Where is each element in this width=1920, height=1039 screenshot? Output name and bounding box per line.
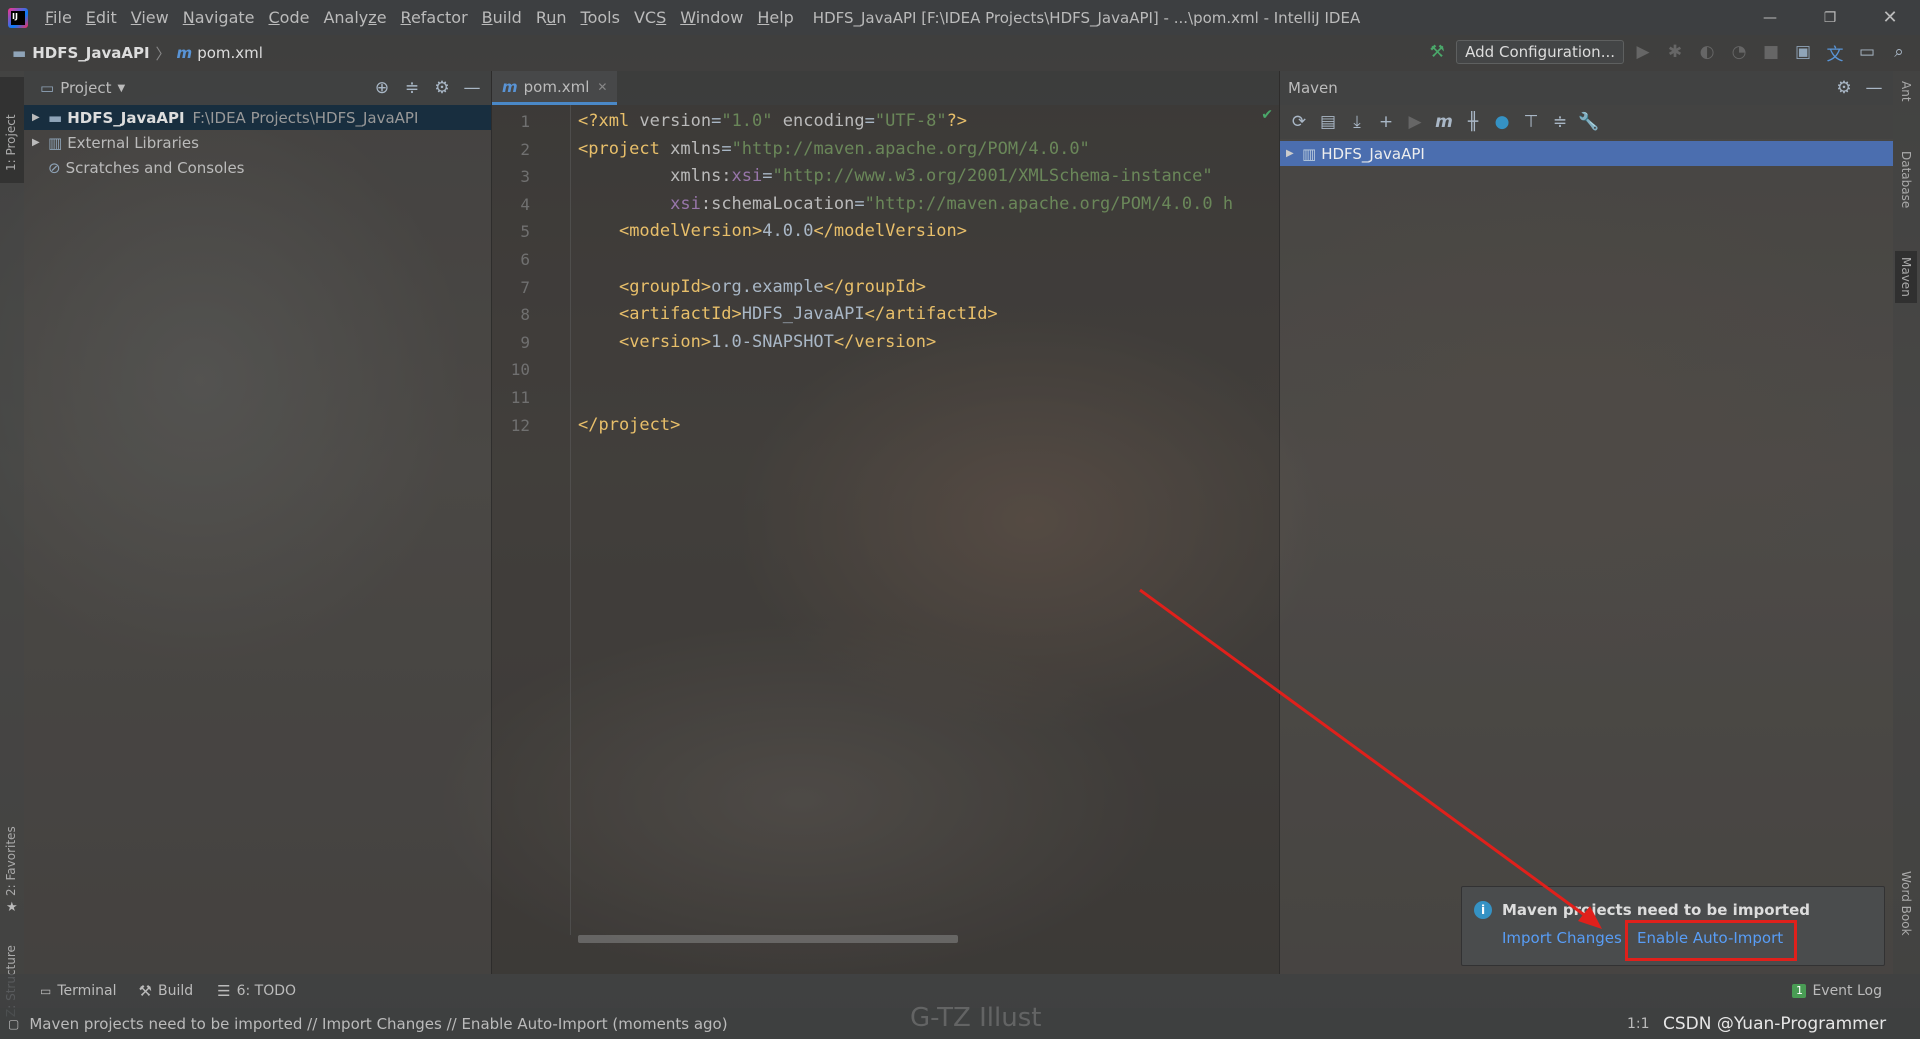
bg-watermark: G-TZ Illust xyxy=(910,1003,1042,1033)
terminal-icon: ▭ xyxy=(40,984,52,998)
event-log-label: Event Log xyxy=(1812,983,1882,999)
hammer-icon: ⚒ xyxy=(138,982,152,1000)
event-count-badge: 1 xyxy=(1792,984,1807,998)
build-label: Build xyxy=(157,983,194,999)
status-bar: ▢ Maven projects need to be imported // … xyxy=(0,1003,1920,1039)
red-arrow-annotation xyxy=(1139,588,1602,929)
cursor-position[interactable]: 1:1 xyxy=(1627,1016,1650,1032)
build-tab[interactable]: ⚒ Build xyxy=(139,982,194,1000)
terminal-tab[interactable]: ▭ Terminal xyxy=(40,983,117,999)
csdn-watermark: CSDN @Yuan-Programmer xyxy=(1663,1013,1887,1034)
todo-label: 6: TODO xyxy=(236,983,297,999)
todo-tab[interactable]: ☰ 6: TODO xyxy=(217,982,296,1000)
terminal-label: Terminal xyxy=(57,983,117,999)
event-log-tab[interactable]: 1 Event Log xyxy=(1792,983,1882,999)
arrow-line xyxy=(1139,588,1599,927)
layout-icon: ▢ xyxy=(8,1016,20,1031)
arrow-head-icon xyxy=(1578,906,1602,929)
list-icon: ☰ xyxy=(217,982,231,1000)
status-message[interactable]: Maven projects need to be imported // Im… xyxy=(29,1015,727,1033)
